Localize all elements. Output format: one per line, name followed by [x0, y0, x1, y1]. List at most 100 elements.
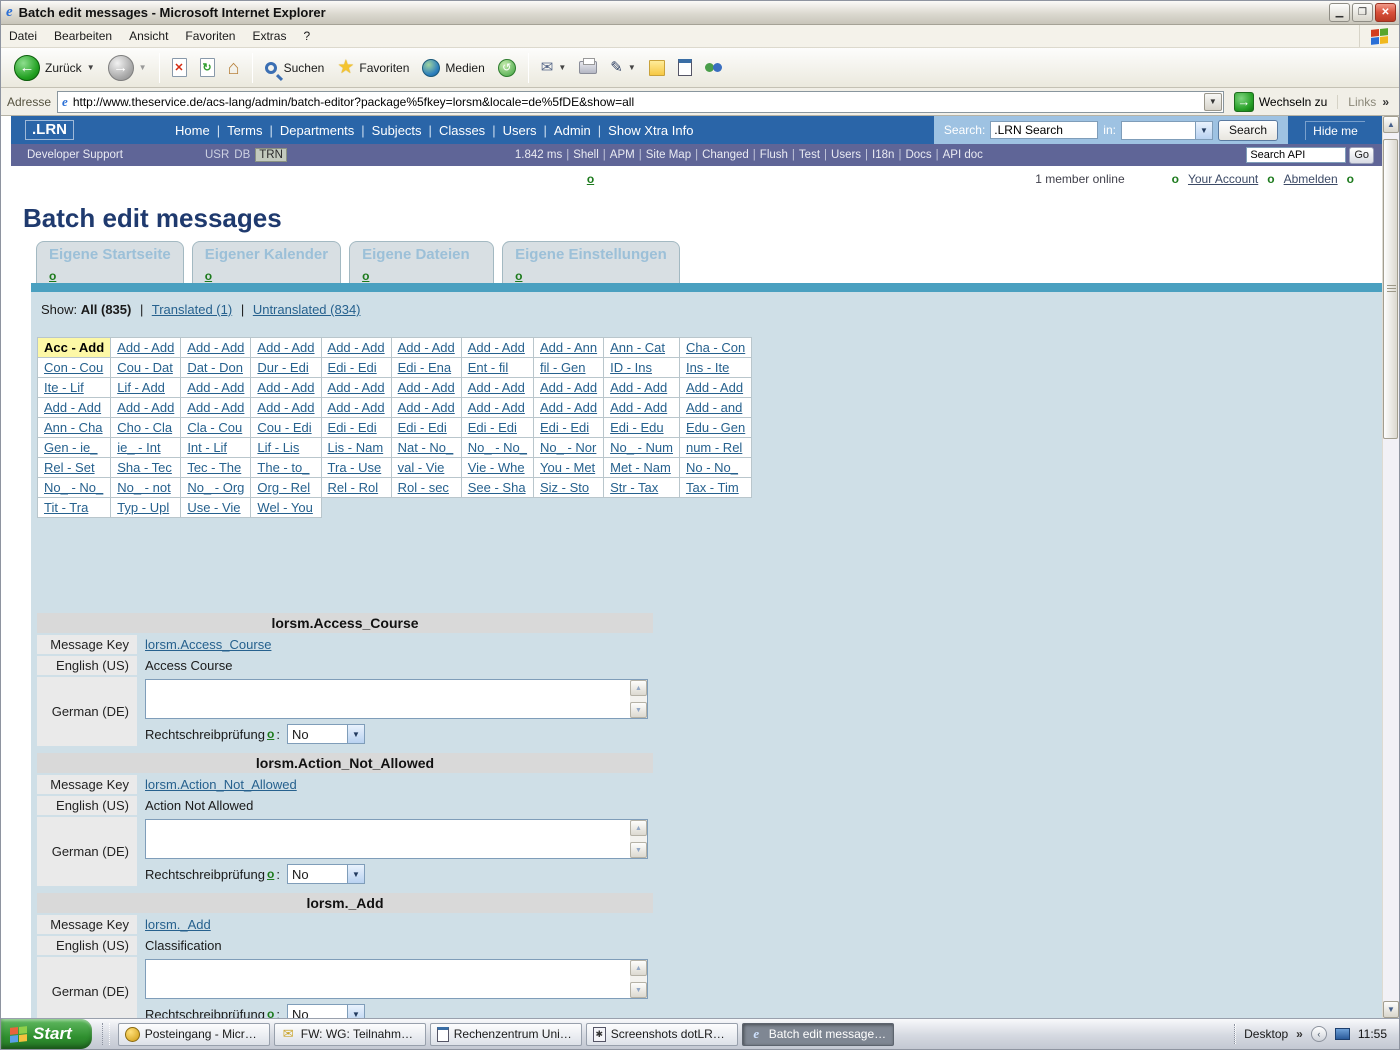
spellcheck-select[interactable]: No▼ — [287, 1004, 365, 1018]
select-dropdown-icon[interactable]: ▼ — [347, 865, 364, 883]
vertical-scrollbar[interactable]: ▲ ▼ — [1382, 116, 1399, 1018]
filter-translated-link[interactable]: Translated (1) — [152, 302, 232, 317]
grid-range-link[interactable]: Org - Rel — [257, 480, 310, 495]
grid-range-link[interactable]: Add - and — [686, 400, 742, 415]
tab-eigene-dateien[interactable]: Eigene Dateieno — [349, 241, 494, 283]
filter-untranslated-link[interactable]: Untranslated (834) — [253, 302, 361, 317]
textarea-scroll-down-icon[interactable]: ▼ — [630, 982, 647, 998]
grid-range-link[interactable]: num - Rel — [686, 440, 742, 455]
grid-range-link[interactable]: val - Vie — [398, 460, 445, 475]
spellcheck-help-marker[interactable]: o — [267, 727, 274, 741]
grid-range-link[interactable]: Rol - sec — [398, 480, 449, 495]
api-go-button[interactable]: Go — [1349, 147, 1374, 164]
tab-eigene-einstellungen[interactable]: Eigene Einstellungeno — [502, 241, 680, 283]
grid-range-link[interactable]: Cho - Cla — [117, 420, 172, 435]
devbar-link-flush[interactable]: Flush — [760, 149, 788, 161]
grid-range-link[interactable]: No_ - Num — [610, 440, 673, 455]
grid-range-link[interactable]: Edi - Edi — [328, 360, 377, 375]
grid-range-link[interactable]: Lis - Nam — [328, 440, 384, 455]
menu-item-bearbeiten[interactable]: Bearbeiten — [54, 29, 112, 43]
quicklaunch-handle[interactable] — [102, 1023, 110, 1045]
hide-me-link[interactable]: Hide me — [1288, 116, 1382, 144]
devbar-link-docs[interactable]: Docs — [905, 149, 931, 161]
grid-range-link[interactable]: Vie - Whe — [468, 460, 525, 475]
grid-range-link[interactable]: Add - Add — [540, 380, 597, 395]
german-translation-textarea[interactable] — [146, 680, 630, 718]
search-scope-select[interactable]: Users ▼ — [1121, 121, 1213, 140]
grid-range-link[interactable]: Rel - Set — [44, 460, 95, 475]
close-button[interactable]: ✕ — [1375, 3, 1396, 22]
logout-link[interactable]: Abmelden — [1284, 172, 1338, 186]
grid-range-link[interactable]: Edi - Edu — [610, 420, 663, 435]
scroll-down-icon[interactable]: ▼ — [1383, 1001, 1399, 1018]
grid-range-link[interactable]: Cou - Dat — [117, 360, 173, 375]
grid-range-link[interactable]: Dat - Don — [187, 360, 243, 375]
devbar-link-changed[interactable]: Changed — [702, 149, 749, 161]
grid-range-link[interactable]: Add - Add — [257, 400, 314, 415]
grid-range-link[interactable]: Add - Ann — [540, 340, 597, 355]
grid-range-link[interactable]: Edi - Edi — [328, 420, 377, 435]
nav-item-departments[interactable]: Departments — [275, 123, 359, 138]
grid-range-link[interactable]: Gen - ie_ — [44, 440, 97, 455]
grid-range-link[interactable]: Add - Add — [257, 340, 314, 355]
message-key-link[interactable]: lorsm._Add — [145, 917, 211, 932]
textarea-scroll-down-icon[interactable]: ▼ — [630, 842, 647, 858]
grid-range-link[interactable]: Nat - No_ — [398, 440, 454, 455]
tab-marker-link[interactable]: o — [49, 269, 56, 283]
grid-range-link[interactable]: Cha - Con — [686, 340, 745, 355]
network-tray-icon[interactable] — [1335, 1028, 1350, 1040]
grid-range-link[interactable]: Dur - Edi — [257, 360, 308, 375]
grid-range-link[interactable]: Add - Add — [468, 400, 525, 415]
taskbar-button-posteingang-micros[interactable]: Posteingang - Micros... — [118, 1023, 270, 1046]
edit-dropdown-icon[interactable]: ▼ — [628, 63, 636, 72]
grid-range-link[interactable]: Add - Add — [187, 400, 244, 415]
menu-item-datei[interactable]: Datei — [9, 29, 37, 43]
grid-range-link[interactable]: fil - Gen — [540, 360, 586, 375]
message-key-link[interactable]: lorsm.Action_Not_Allowed — [145, 777, 297, 792]
search-button[interactable]: Suchen — [260, 59, 330, 77]
grid-range-link[interactable]: Add - Add — [328, 340, 385, 355]
grid-range-link[interactable]: Ann - Cat — [610, 340, 665, 355]
german-translation-textarea[interactable] — [146, 960, 630, 998]
restore-button[interactable]: ❐ — [1352, 3, 1373, 22]
textarea-scroll-up-icon[interactable]: ▲ — [630, 680, 647, 696]
messenger-button[interactable] — [700, 58, 728, 78]
grid-range-link[interactable]: Met - Nam — [610, 460, 671, 475]
grid-range-link[interactable]: Add - Add — [686, 380, 743, 395]
grid-range-link[interactable]: Sha - Tec — [117, 460, 172, 475]
devbar-link-apm[interactable]: APM — [610, 149, 635, 161]
devbar-badge-usr[interactable]: USR — [205, 149, 229, 161]
scroll-up-icon[interactable]: ▲ — [1383, 116, 1399, 133]
go-button[interactable]: → Wechseln zu — [1230, 91, 1331, 113]
account-marker[interactable]: o — [1172, 172, 1179, 186]
grid-range-link[interactable]: See - Sha — [468, 480, 526, 495]
start-button[interactable]: Start — [1, 1019, 92, 1049]
grid-range-link[interactable]: The - to_ — [257, 460, 309, 475]
nav-item-users[interactable]: Users — [498, 123, 542, 138]
grid-range-link[interactable]: Wel - You — [257, 500, 312, 515]
grid-range-link[interactable]: Cla - Cou — [187, 420, 242, 435]
tab-marker-link[interactable]: o — [362, 269, 369, 283]
menu-item-ansicht[interactable]: Ansicht — [129, 29, 168, 43]
grid-range-link[interactable]: Rel - Rol — [328, 480, 379, 495]
minimize-button[interactable]: ▁ — [1329, 3, 1350, 22]
grid-range-link[interactable]: Tra - Use — [328, 460, 382, 475]
links-toolbar[interactable]: Links » — [1337, 95, 1393, 109]
mail-button[interactable]: ✉ ▼ — [536, 58, 572, 77]
spellcheck-select[interactable]: No▼ — [287, 724, 365, 744]
grid-range-link[interactable]: Ent - fil — [468, 360, 508, 375]
research-button[interactable] — [673, 57, 697, 78]
print-button[interactable] — [574, 59, 602, 76]
message-key-link[interactable]: lorsm.Access_Course — [145, 637, 271, 652]
links-chevron-icon[interactable]: » — [1382, 95, 1389, 109]
devbar-link-users[interactable]: Users — [831, 149, 861, 161]
grid-range-link[interactable]: No_ - Org — [187, 480, 244, 495]
grid-range-link[interactable]: Con - Cou — [44, 360, 103, 375]
center-marker-link[interactable]: o — [587, 172, 594, 186]
german-translation-textarea[interactable] — [146, 820, 630, 858]
grid-range-link[interactable]: Edu - Gen — [686, 420, 745, 435]
taskbar-button-fw-wg-teilnahme-v[interactable]: ✉FW: WG: Teilnahme v... — [274, 1023, 426, 1046]
grid-range-link[interactable]: Tax - Tim — [686, 480, 739, 495]
mail-dropdown-icon[interactable]: ▼ — [558, 63, 566, 72]
taskbar-button-screenshots-dotlrn[interactable]: ✱Screenshots dotLRN.... — [586, 1023, 738, 1046]
